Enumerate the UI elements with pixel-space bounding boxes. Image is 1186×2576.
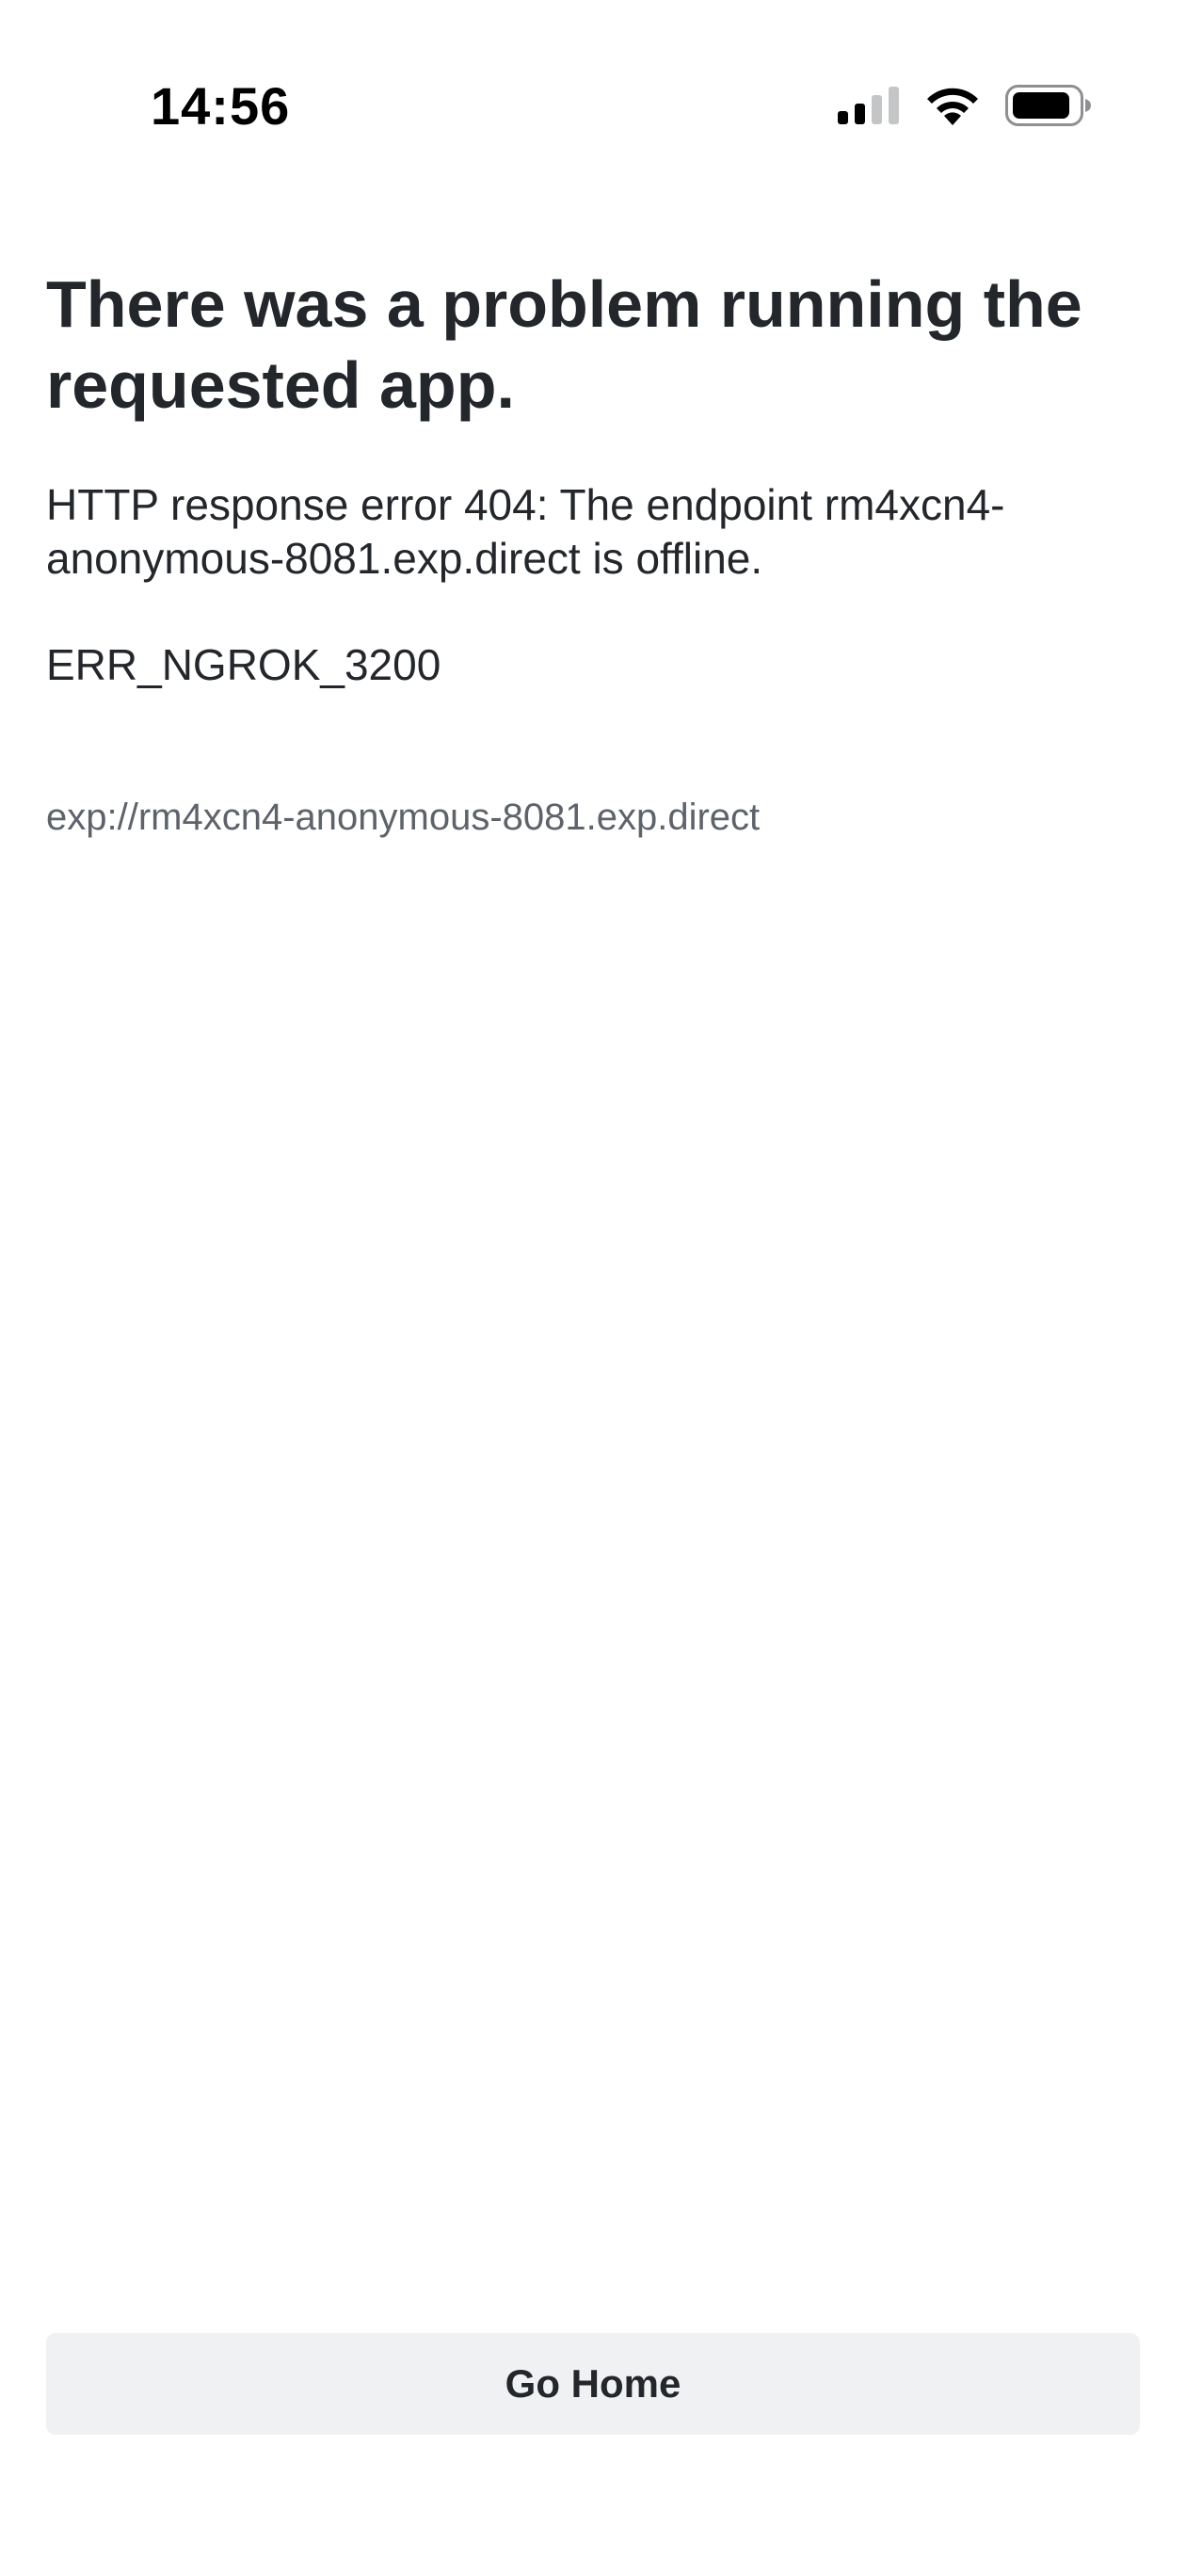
app-url: exp://rm4xcn4-anonymous-8081.exp.direct [46, 797, 761, 838]
go-home-button[interactable]: Go Home [46, 2333, 1140, 2435]
status-time: 14:56 [151, 76, 291, 136]
error-code: ERR_NGROK_3200 [46, 640, 441, 689]
error-content: There was a problem running the requeste… [46, 264, 1140, 841]
screen: 14:56 There was a problem running the re… [0, 0, 1186, 2576]
signal-icon [838, 87, 900, 124]
error-message: HTTP response error 404: The endpoint rm… [46, 480, 1005, 583]
status-icons [838, 85, 1092, 126]
wifi-icon [924, 86, 981, 125]
battery-icon [1005, 85, 1092, 126]
status-bar: 14:56 [0, 0, 1186, 188]
error-title: There was a problem running the requeste… [46, 267, 1082, 422]
